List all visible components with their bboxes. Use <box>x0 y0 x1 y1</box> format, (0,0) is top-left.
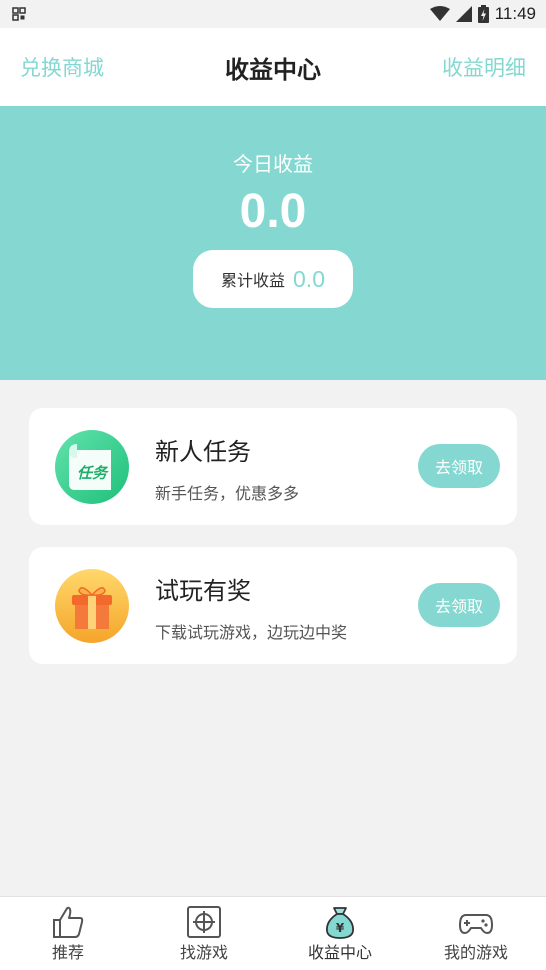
nav-label: 推荐 <box>51 943 84 962</box>
nav-label: 找游戏 <box>179 943 228 962</box>
task-card-trial: 试玩有奖 下载试玩游戏，边玩边中奖 去领取 <box>29 547 517 664</box>
status-bar: 11:49 <box>0 0 546 28</box>
qr-grid-icon <box>12 7 26 21</box>
earnings-detail-link[interactable]: 收益明细 <box>442 52 526 82</box>
claim-button-newbie[interactable]: 去领取 <box>418 444 500 488</box>
gamepad-icon <box>459 914 493 934</box>
signal-icon <box>455 6 472 22</box>
nav-item-find-games[interactable]: 找游戏 <box>136 897 272 970</box>
nav-item-my-games[interactable]: 我的游戏 <box>408 897 544 970</box>
total-earnings-value: 0.0 <box>293 265 325 292</box>
claim-button-trial[interactable]: 去领取 <box>418 583 500 627</box>
nav-label: 我的游戏 <box>443 943 508 962</box>
crosshair-icon <box>187 906 221 938</box>
total-earnings-pill: 累计收益 0.0 <box>193 250 353 308</box>
task-desc: 新手任务，优惠多多 <box>155 484 300 503</box>
bottom-nav: 推荐 找游戏 ¥ 收益中心 我的游戏 <box>0 896 546 970</box>
task-card-newbie: 任务 新人任务 新手任务，优惠多多 去领取 <box>29 408 517 525</box>
thumbs-up-icon <box>53 906 84 938</box>
total-earnings-label: 累计收益 <box>221 271 286 290</box>
battery-icon <box>477 5 489 23</box>
today-earnings-label: 今日收益 <box>233 152 313 176</box>
task-title: 新人任务 <box>155 438 251 466</box>
nav-label: 收益中心 <box>307 943 372 962</box>
task-scroll-icon: 任务 <box>55 430 129 504</box>
gift-box-icon <box>55 569 129 643</box>
earnings-summary: 今日收益 0.0 累计收益 0.0 <box>0 106 546 380</box>
top-header: 兑换商城 收益中心 收益明细 <box>0 28 546 106</box>
task-title: 试玩有奖 <box>155 577 251 605</box>
svg-text:¥: ¥ <box>336 921 345 935</box>
money-bag-icon: ¥ <box>326 907 354 939</box>
nav-item-recommend[interactable]: 推荐 <box>0 897 136 970</box>
status-time: 11:49 <box>494 4 536 23</box>
wifi-icon <box>429 6 450 21</box>
today-earnings-value: 0.0 <box>239 185 307 238</box>
task-icon-text: 任务 <box>77 464 109 482</box>
task-desc: 下载试玩游戏，边玩边中奖 <box>155 623 348 642</box>
nav-item-earnings-center[interactable]: ¥ 收益中心 <box>272 897 408 970</box>
